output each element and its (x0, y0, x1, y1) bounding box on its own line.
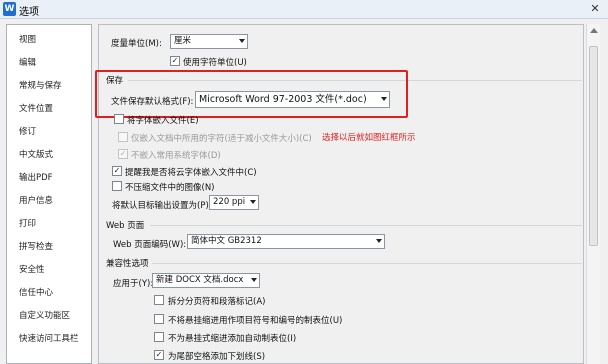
sidebar-item-print[interactable]: 打印 (19, 217, 36, 229)
measure-unit-select[interactable]: 厘米 (170, 34, 248, 49)
remind-cloud-fonts-checkbox[interactable]: ✓ (112, 166, 122, 176)
annotation-note: 选择以后就如图红框所示 (322, 133, 416, 143)
sidebar-item-edit[interactable]: 编辑 (19, 56, 36, 68)
scroll-thumb[interactable] (589, 46, 598, 246)
compat-option-checkbox[interactable] (154, 314, 164, 324)
compat-option-label: 不将悬挂缩进用作项目符号和编号的制表位(U) (168, 316, 343, 326)
red-highlight-box (95, 70, 408, 118)
apply-to-label: 应用于(Y): (113, 279, 154, 289)
compat-option-checkbox[interactable] (154, 295, 164, 305)
apply-to-value: 新建 DOCX 文档.docx (156, 275, 244, 285)
sidebar-item-output-pdf[interactable]: 输出PDF (19, 171, 53, 183)
sidebar-item-chinese-layout[interactable]: 中文版式 (19, 148, 53, 160)
target-output-label: 将默认目标输出设置为(P): (112, 201, 212, 211)
web-encoding-value: 简体中文 GB2312 (191, 236, 262, 246)
sidebar-item-revision[interactable]: 修订 (19, 125, 36, 137)
sidebar-item-quick-access[interactable]: 快速访问工具栏 (19, 332, 79, 344)
remind-cloud-fonts-label: 提醒我是否将云字体嵌入文件中(C) (125, 168, 257, 178)
embed-fonts-checkbox[interactable] (114, 114, 124, 124)
target-output-select[interactable]: 220 ppi (209, 195, 259, 210)
compat-section-title: 兼容性选项 (106, 259, 149, 269)
no-compress-images-checkbox[interactable] (112, 181, 122, 191)
web-encoding-label: Web 页面编码(W): (113, 240, 187, 250)
sidebar-item-user-info[interactable]: 用户信息 (19, 194, 53, 206)
chevron-down-icon (239, 39, 245, 43)
title-bar: W 选项 ✕ (0, 0, 608, 19)
chevron-down-icon (250, 200, 256, 204)
no-embed-system-checkbox[interactable]: ✓ (118, 149, 128, 159)
no-compress-images-label: 不压缩文件中的图像(N) (125, 183, 215, 193)
measure-unit-label: 度量单位(M): (111, 39, 162, 49)
vertical-scrollbar[interactable] (586, 24, 600, 364)
sidebar-item-general-save[interactable]: 常规与保存 (19, 79, 62, 91)
embed-fonts-label: 将字体嵌入文件(E) (127, 116, 199, 126)
chevron-down-icon (376, 239, 382, 243)
sidebar-item-view[interactable]: 视图 (19, 33, 36, 45)
compat-section-divider (152, 263, 582, 264)
chevron-down-icon (251, 278, 257, 282)
compat-option-label: 为尾部空格添加下划线(S) (168, 352, 266, 362)
compat-option-checkbox[interactable]: ✓ (154, 350, 164, 360)
sidebar-item-file-location[interactable]: 文件位置 (19, 102, 53, 114)
apply-to-select[interactable]: 新建 DOCX 文档.docx (152, 273, 260, 288)
embed-used-chars-label: 仅嵌入文档中所用的字符(适于减小文件大小)(C) (131, 134, 312, 144)
sidebar-item-spell-check[interactable]: 拼写检查 (19, 240, 53, 252)
target-output-value: 220 ppi (213, 197, 246, 207)
sidebar-item-trust-center[interactable]: 信任中心 (19, 286, 53, 298)
use-char-unit-label: 使用字符单位(U) (183, 58, 247, 68)
options-sidebar: 视图 编辑 常规与保存 文件位置 修订 中文版式 输出PDF 用户信息 打印 拼… (6, 24, 92, 364)
window-title: 选项 (19, 7, 39, 18)
web-encoding-select[interactable]: 简体中文 GB2312 (187, 234, 385, 249)
web-section-title: Web 页面 (106, 221, 145, 231)
measure-unit-value: 厘米 (174, 36, 192, 46)
compat-option-label: 不为悬挂式缩进添加自动制表位(I) (168, 334, 297, 344)
compat-option-label: 拆分分页符和段落标记(A) (168, 297, 266, 307)
sidebar-item-customize-ribbon[interactable]: 自定义功能区 (19, 309, 70, 321)
close-icon[interactable]: ✕ (585, 1, 605, 17)
compat-option-checkbox[interactable] (154, 332, 164, 342)
scroll-up-arrow-icon[interactable] (590, 28, 598, 33)
web-section-divider (150, 225, 582, 226)
use-char-unit-checkbox[interactable]: ✓ (170, 56, 180, 66)
no-embed-system-label: 不嵌入常用系统字体(D) (131, 151, 221, 161)
sidebar-item-security[interactable]: 安全性 (19, 263, 45, 275)
wps-writer-icon: W (3, 2, 16, 16)
embed-used-chars-checkbox[interactable] (118, 132, 128, 142)
